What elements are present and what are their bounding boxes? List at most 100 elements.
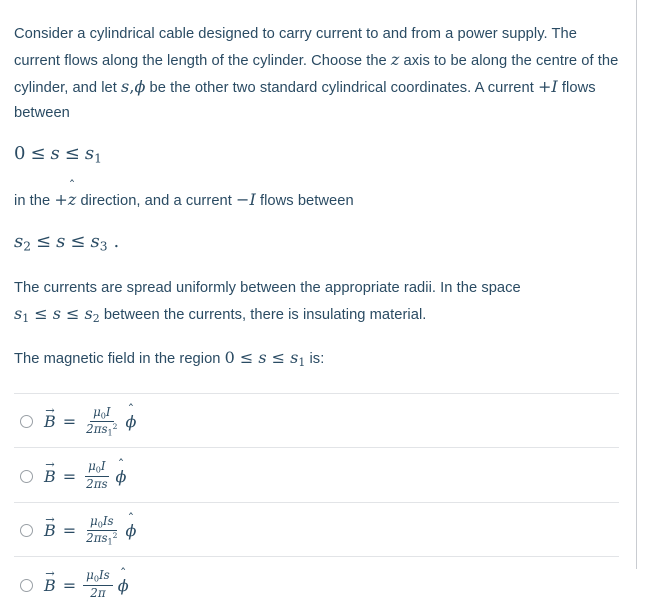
- eq1-upper-bound: s1: [84, 143, 102, 166]
- eq3-relation-1: ≤: [34, 303, 48, 323]
- hat-accent-phi-b: ˆ: [117, 457, 125, 473]
- paragraph-2-text-start: in the: [14, 193, 55, 210]
- eq1-lower-bound: 0: [14, 143, 26, 164]
- fraction-numerator-b: μ0I: [85, 459, 109, 477]
- paragraph-4-text-start: The magnetic field in the region: [14, 350, 225, 367]
- numerator-rest-a: I: [105, 404, 111, 419]
- fraction-denominator-a: 2πs12: [83, 422, 120, 437]
- radio-button-d[interactable]: [20, 578, 33, 592]
- eq2-relation-2: ≤: [70, 231, 86, 253]
- eq1-relation-1: ≤: [30, 143, 46, 164]
- eq4-lower-bound: 0: [224, 347, 235, 367]
- paragraph-3-text-start: The currents are spread uniformly betwee…: [14, 279, 521, 296]
- answer-expression-c: → B = μ0Is 2πs12 ˆϕ: [44, 513, 136, 546]
- eq4-relation-2: ≤: [271, 347, 286, 367]
- equation-insulating-range: s1 ≤ s ≤ s2: [14, 303, 100, 325]
- vector-B-symbol-b: → B: [44, 459, 56, 486]
- unit-vector-phi-hat-d: ˆϕ: [118, 568, 129, 595]
- fraction-numerator-d: μ0Is: [83, 568, 113, 586]
- question-paragraph-4: The magnetic field in the region 0 ≤ s ≤ s1 …: [14, 345, 619, 375]
- eq2-upper-subscript: 3: [99, 239, 108, 254]
- eq1-variable: s: [50, 143, 60, 164]
- direction-plus-sign: +: [54, 190, 68, 210]
- radio-button-c[interactable]: [20, 524, 33, 538]
- paragraph-2-text-mid: direction, and a current: [76, 193, 237, 210]
- fraction-denominator-c: 2πs12: [83, 531, 120, 546]
- denominator-superscript-c: 2: [112, 531, 118, 541]
- unit-vector-phi-hat-a: ˆϕ: [125, 404, 136, 431]
- answer-expression-d: → B = μ0Is 2π ˆϕ: [44, 568, 129, 601]
- denominator-prefix-a: 2πs: [86, 422, 108, 437]
- radio-button-a[interactable]: [20, 415, 33, 429]
- fraction-numerator-a: μ0I: [90, 404, 114, 423]
- hat-accent-z: ˆ: [68, 178, 76, 194]
- hat-accent-phi-c: ˆ: [127, 512, 135, 528]
- current-plus-I: +I: [537, 77, 558, 96]
- answer-option-b[interactable]: → B = μ0I 2πs ˆϕ: [14, 447, 619, 502]
- vector-B-symbol-a: → B: [44, 405, 56, 432]
- answer-option-c[interactable]: → B = μ0Is 2πs12 ˆϕ: [14, 501, 619, 557]
- equals-sign-a: =: [62, 412, 77, 432]
- vector-B-symbol-d: → B: [44, 568, 56, 595]
- vector-B-symbol-c: → B: [44, 514, 56, 541]
- eq3-upper-bound: s2: [84, 303, 100, 325]
- eq2-lower-base: s: [14, 231, 24, 253]
- fraction-c: μ0Is 2πs12: [83, 513, 120, 546]
- question-content: Consider a cylindrical cable designed to…: [0, 0, 636, 611]
- eq1-relation-2: ≤: [64, 143, 80, 164]
- question-paragraph-1: Consider a cylindrical cable designed to…: [14, 22, 619, 126]
- question-page: Consider a cylindrical cable designed to…: [0, 0, 637, 599]
- answer-option-a[interactable]: → B = μ0I 2πs12 ˆϕ: [14, 392, 619, 448]
- answer-expression-b: → B = μ0I 2πs ˆϕ: [44, 459, 127, 492]
- denominator-prefix-b: 2πs: [86, 476, 108, 491]
- radio-button-b[interactable]: [20, 469, 33, 483]
- eq2-variable: s: [56, 231, 66, 253]
- mu-symbol-c: μ: [90, 513, 98, 528]
- fraction-d: μ0Is 2π: [83, 569, 113, 601]
- unit-vector-phi-hat-b: ˆϕ: [116, 459, 127, 486]
- equals-sign-d: =: [62, 575, 77, 595]
- question-paragraph-3: The currents are spread uniformly betwee…: [14, 276, 619, 331]
- paragraph-2-text-end: flows between: [255, 193, 354, 210]
- numerator-rest-d: Is: [98, 568, 110, 583]
- current-minus-I: −I: [236, 190, 256, 210]
- denominator-superscript-a: 2: [112, 422, 118, 432]
- eq3-variable: s: [52, 303, 61, 323]
- eq3-upper-subscript: 2: [92, 311, 100, 325]
- paragraph-4-text-end: is:: [305, 350, 325, 367]
- unit-vector-phi-hat-c: ˆϕ: [125, 513, 136, 540]
- fraction-denominator-b: 2πs: [83, 477, 110, 492]
- equals-sign-c: =: [62, 521, 77, 541]
- mu-symbol-b: μ: [88, 459, 96, 474]
- eq2-upper-bound: s3: [90, 231, 108, 254]
- eq3-lower-bound: s1: [14, 304, 29, 325]
- equation-range-inner: 0 ≤ s ≤ s1: [14, 138, 619, 173]
- coordinate-symbol-phi: ϕ: [134, 77, 146, 96]
- eq1-upper-subscript: 1: [94, 151, 102, 166]
- eq3-relation-2: ≤: [65, 303, 80, 323]
- eq2-lower-bound: s2: [14, 231, 32, 254]
- answer-options-list: → B = μ0I 2πs12 ˆϕ → B = μ0I 2πs ˆ ϕ → B…: [14, 392, 619, 611]
- equals-sign-b: =: [62, 466, 77, 486]
- answer-expression-a: → B = μ0I 2πs12 ˆϕ: [44, 404, 136, 437]
- eq2-lower-subscript: 2: [23, 239, 32, 254]
- equation-range-outer: s2 ≤ s ≤ s3.: [14, 226, 619, 261]
- vector-arrow-c: →: [45, 512, 55, 526]
- eq4-upper-bound: s1: [290, 348, 305, 369]
- answer-option-d[interactable]: → B = μ0Is 2π ˆϕ: [14, 556, 619, 611]
- equation-field-region: 0 ≤ s ≤ s1: [224, 347, 306, 369]
- eq1-upper-base: s: [84, 143, 95, 164]
- fraction-numerator-c: μ0Is: [87, 513, 117, 532]
- hat-accent-phi-d: ˆ: [119, 566, 127, 582]
- mu-symbol-a: μ: [93, 404, 101, 419]
- eq2-upper-base: s: [90, 231, 100, 253]
- fraction-a: μ0I 2πs12: [83, 404, 120, 437]
- eq2-relation-1: ≤: [36, 231, 52, 253]
- hat-accent-phi-a: ˆ: [127, 403, 135, 419]
- vector-arrow-d: →: [45, 567, 55, 581]
- numerator-rest-c: Is: [102, 513, 114, 528]
- denominator-prefix-c: 2πs: [86, 531, 108, 546]
- mu-symbol-d: μ: [86, 568, 94, 583]
- eq4-variable: s: [258, 347, 267, 367]
- eq3-upper-base: s: [84, 303, 93, 323]
